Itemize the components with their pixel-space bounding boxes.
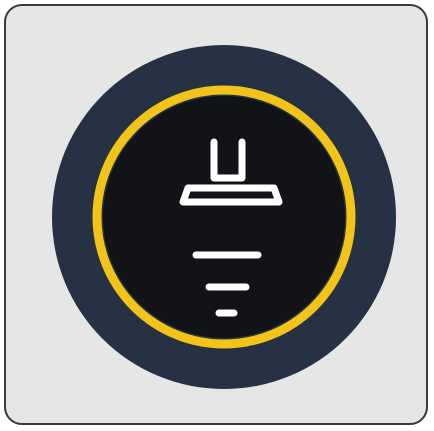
app-tile[interactable]: [4, 4, 428, 425]
center-disc: [103, 96, 345, 338]
ceiling-lamp-icon: [6, 6, 426, 423]
